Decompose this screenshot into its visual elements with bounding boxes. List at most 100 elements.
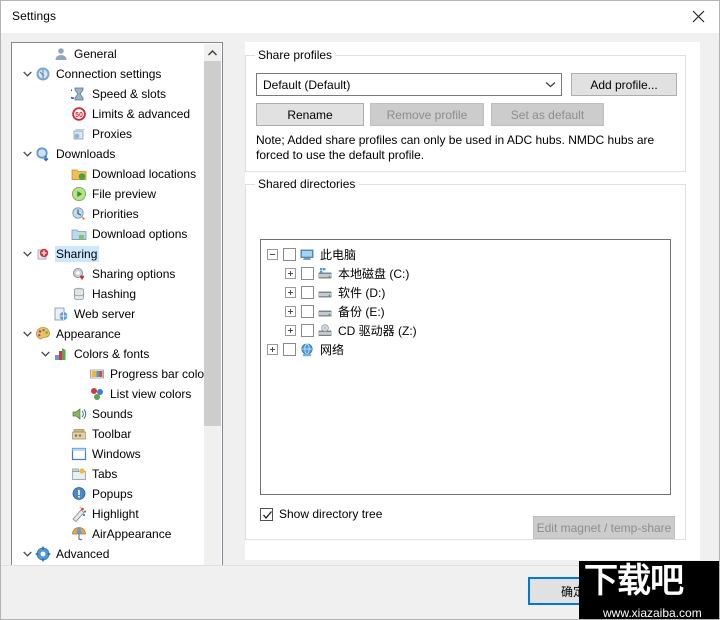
directory-checkbox[interactable] (301, 305, 314, 318)
svg-text:50: 50 (75, 112, 83, 119)
expand-icon[interactable] (285, 325, 296, 336)
watermark-brand: 下载吧 (584, 561, 684, 601)
chevron-down-icon[interactable] (19, 144, 35, 164)
directory-label: 本地磁盘 (C:) (338, 266, 410, 281)
directory-checkbox[interactable] (301, 324, 314, 337)
directory-checkbox[interactable] (301, 267, 314, 280)
sidebar-item-label: Web server (74, 307, 136, 321)
scroll-up-icon[interactable] (204, 44, 221, 61)
shared-directories-tree[interactable]: 此电脑本地磁盘 (C:) 软件 (D:) 备份 (E:) CD 驱动器 (Z:) 网络 (260, 239, 671, 495)
expand-icon[interactable] (285, 268, 296, 279)
directory-tree-row[interactable]: 网络 (267, 340, 417, 359)
chevron-down-icon[interactable] (19, 324, 35, 344)
directory-tree-row[interactable]: 备份 (E:) (267, 302, 417, 321)
sidebar-item-advanced[interactable]: Advanced (13, 544, 206, 564)
directory-checkbox[interactable] (283, 343, 296, 356)
chevron-down-icon[interactable] (539, 74, 561, 95)
directory-tree-row[interactable]: CD 驱动器 (Z:) (267, 321, 417, 340)
sidebar-item-hashing[interactable]: Hashing (13, 284, 206, 304)
profile-select[interactable]: Default (Default) (256, 73, 562, 96)
folder-blue-icon (71, 226, 87, 242)
expand-icon[interactable] (267, 344, 278, 355)
sidebar-item-download-locations[interactable]: Download locations (13, 164, 206, 184)
sidebar-item-sounds[interactable]: Sounds (13, 404, 206, 424)
expand-icon[interactable] (285, 287, 296, 298)
close-icon[interactable] (676, 1, 719, 32)
sidebar-item-label: Highlight (92, 507, 139, 521)
share-profiles-title: Share profiles (255, 48, 336, 62)
sidebar-item-appearance[interactable]: Appearance (13, 324, 206, 344)
user-icon (53, 46, 69, 62)
chevron-down-icon[interactable] (19, 64, 35, 84)
sidebar-item-sharing-options[interactable]: Sharing options (13, 264, 206, 284)
shared-directories-group: Shared directories 此电脑 本地磁盘 (C:) 软件 (D:) 备份… (245, 177, 686, 540)
directory-checkbox[interactable] (283, 248, 296, 261)
sidebar-item-progress-bar-color[interactable]: Progress bar color (13, 364, 206, 384)
add-profile-button[interactable]: Add profile... (571, 73, 677, 96)
gear-blue-icon (35, 546, 51, 562)
globe-connect-icon (35, 66, 51, 82)
show-directory-tree-checkbox[interactable]: Show directory tree (260, 507, 382, 521)
sidebar-item-label: Connection settings (56, 67, 162, 81)
sidebar-item-proxies[interactable]: Proxies (13, 124, 206, 144)
sidebar-item-label: General (74, 47, 117, 61)
chevron-down-icon[interactable] (19, 544, 35, 564)
sidebar-item-label: Advanced (56, 547, 110, 561)
sidebar-item-label: Proxies (92, 127, 133, 141)
chevron-down-icon[interactable] (19, 244, 35, 264)
progress-bar-icon (89, 366, 105, 382)
sidebar-item-priorities[interactable]: Priorities (13, 204, 206, 224)
sidebar-item-speed-slots[interactable]: Speed & slots (13, 84, 206, 104)
cd-drive-icon (317, 323, 334, 339)
rename-profile-button[interactable]: Rename (256, 103, 364, 126)
globe-download-icon (35, 146, 51, 162)
chevron-down-icon[interactable] (37, 344, 53, 364)
window-icon (71, 446, 87, 462)
sidebar-item-limits-advanced[interactable]: 50 Limits & advanced (13, 104, 206, 124)
sidebar-item-web-server[interactable]: Web server (13, 304, 206, 324)
tree-scroll-thumb[interactable] (204, 61, 221, 426)
set-as-default-button: Set as default (491, 103, 604, 126)
tree-vertical-scrollbar[interactable] (204, 44, 221, 583)
sidebar-item-colors-fonts[interactable]: Colors & fonts (13, 344, 206, 364)
watermark: 下载吧 www.xiazaiba.com (579, 561, 719, 619)
priority-icon (71, 206, 87, 222)
directory-tree-row[interactable]: 本地磁盘 (C:) (267, 264, 417, 283)
sidebar-item-list-view-colors[interactable]: List view colors (13, 384, 206, 404)
sidebar-item-airappearance[interactable]: AirAppearance (13, 524, 206, 544)
directory-tree-row[interactable]: 软件 (D:) (267, 283, 417, 302)
collapse-icon[interactable] (267, 249, 278, 260)
sidebar-item-downloads[interactable]: Downloads (13, 144, 206, 164)
drive-system-icon (317, 266, 334, 282)
sharing-settings-page: Share profiles Default (Default) Add pro… (245, 42, 700, 560)
sidebar-item-label: Sharing options (92, 267, 176, 281)
share-profiles-group: Share profiles Default (Default) Add pro… (245, 48, 686, 172)
directory-checkbox[interactable] (301, 286, 314, 299)
sidebar-item-windows[interactable]: Windows (13, 444, 206, 464)
sidebar-item-popups[interactable]: Popups (13, 484, 206, 504)
window-title: Settings (12, 9, 57, 23)
sidebar-item-file-preview[interactable]: File preview (13, 184, 206, 204)
computer-icon (299, 247, 316, 263)
sidebar-item-tabs[interactable]: Tabs (13, 464, 206, 484)
edit-magnet-button: Edit magnet / temp-share (533, 516, 675, 539)
sidebar-item-sharing[interactable]: Sharing (13, 244, 206, 264)
sidebar-item-toolbar[interactable]: Toolbar (13, 424, 206, 444)
sidebar-item-highlight[interactable]: Highlight (13, 504, 206, 524)
directory-tree-row[interactable]: 此电脑 (267, 245, 417, 264)
sidebar-item-label: AirAppearance (92, 527, 172, 541)
expand-icon[interactable] (285, 306, 296, 317)
sidebar-item-connection-settings[interactable]: Connection settings (13, 64, 206, 84)
sidebar-item-download-options[interactable]: Download options (13, 224, 206, 244)
sidebar-item-label: Sharing (55, 246, 100, 262)
settings-tree[interactable]: General Connection settings Speed & slots 5… (13, 44, 206, 583)
title-bar: Settings (1, 1, 719, 33)
sidebar-item-general[interactable]: General (13, 44, 206, 64)
